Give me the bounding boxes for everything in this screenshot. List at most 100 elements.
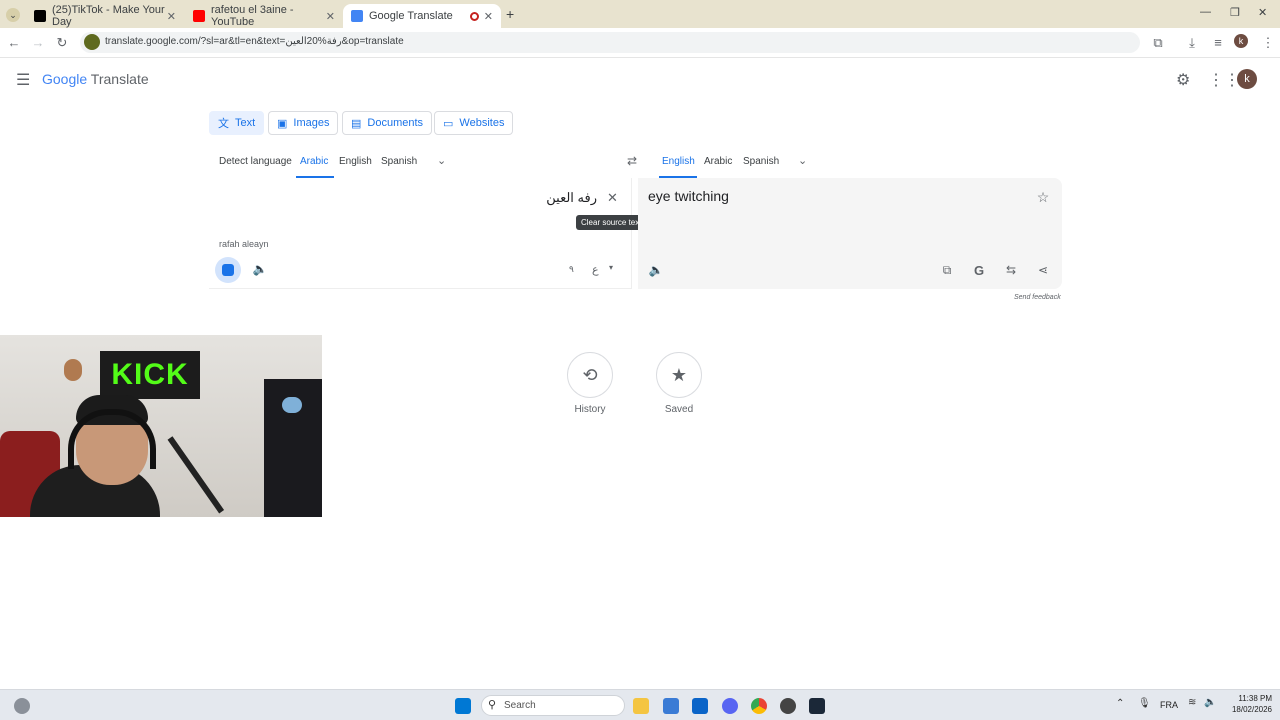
- chrome-icon[interactable]: [751, 698, 767, 714]
- tab-tiktok[interactable]: (25)TikTok - Make Your Day ✕: [26, 4, 184, 28]
- wifi-icon[interactable]: ≋: [1188, 697, 1196, 708]
- saved-button[interactable]: ★ Saved: [656, 352, 702, 416]
- window-close-button[interactable]: ✕: [1258, 6, 1267, 19]
- target-lang-english[interactable]: English: [662, 156, 695, 167]
- app-header: ☰ Google Translate ⚙ ⋮⋮ k: [0, 58, 1280, 102]
- app-logo[interactable]: Google Translate: [42, 71, 149, 87]
- clock-time[interactable]: 11:38 PM: [1228, 694, 1272, 703]
- widgets-icon[interactable]: [14, 698, 30, 714]
- history-button[interactable]: ⟲ History: [567, 352, 613, 416]
- tiktok-icon: [34, 10, 46, 22]
- copy-icon[interactable]: ⧉: [937, 260, 957, 280]
- mic-stop-button[interactable]: [215, 257, 241, 283]
- reload-icon[interactable]: ↻: [54, 35, 70, 51]
- media-icon[interactable]: ≡: [1210, 35, 1226, 51]
- mode-websites-button[interactable]: ▭ Websites: [434, 111, 514, 135]
- youtube-icon: [193, 10, 205, 22]
- keyboard-digit[interactable]: ٩: [569, 264, 574, 275]
- tab-search-icon[interactable]: ⌄: [6, 8, 20, 22]
- tab-title: rafetou el 3aine - YouTube: [211, 4, 294, 28]
- poster-avatar: [64, 359, 82, 381]
- website-icon: ▭: [443, 117, 454, 130]
- source-text-input[interactable]: رفه العين: [546, 190, 597, 206]
- keyboard-dropdown-icon[interactable]: ▾: [609, 263, 613, 272]
- save-translation-star-icon[interactable]: ☆: [1033, 187, 1053, 207]
- logo-translate: Translate: [90, 71, 149, 87]
- keyboard-icon[interactable]: ع: [592, 263, 599, 276]
- more-menu-icon[interactable]: ⋮: [1260, 35, 1276, 51]
- settings-icon[interactable]: ⚙: [1176, 70, 1190, 90]
- source-lang-detect[interactable]: Detect language: [219, 156, 292, 167]
- main-menu-icon[interactable]: ☰: [16, 70, 30, 90]
- recording-icon: [470, 11, 479, 21]
- search-icon: ⚲: [488, 699, 497, 711]
- browser-tab-bar: ⌄ (25)TikTok - Make Your Day ✕ rafetou e…: [0, 0, 1280, 28]
- webcam-overlay: KICK: [0, 335, 322, 517]
- start-menu-icon[interactable]: [455, 698, 471, 714]
- target-panel: eye twitching ☆ 🔈 ⧉ G ⇆ ⋖: [638, 178, 1062, 289]
- input-language[interactable]: FRA: [1160, 700, 1178, 710]
- file-explorer-icon[interactable]: [633, 698, 649, 714]
- close-icon[interactable]: ✕: [484, 10, 493, 23]
- close-icon[interactable]: ✕: [326, 10, 335, 23]
- discord-icon[interactable]: [722, 698, 738, 714]
- send-feedback-link[interactable]: Send feedback: [1014, 294, 1061, 301]
- transliteration: rafah aleayn: [219, 239, 269, 249]
- tab-title: Google Translate: [369, 10, 453, 22]
- address-bar[interactable]: translate.google.com/?sl=ar&tl=en&text=ر…: [80, 32, 1140, 53]
- mic-tray-icon[interactable]: 🎙: [1138, 698, 1151, 709]
- taskbar-search[interactable]: ⚲ Search: [481, 695, 625, 716]
- profile-avatar[interactable]: k: [1237, 69, 1257, 89]
- app-icon[interactable]: [780, 698, 796, 714]
- source-lang-english[interactable]: English: [339, 156, 372, 167]
- extensions-icon[interactable]: ⧉: [1150, 35, 1166, 51]
- rate-translation-icon[interactable]: ⇆: [1001, 260, 1021, 280]
- source-lang-spanish[interactable]: Spanish: [381, 156, 417, 167]
- translate-icon: 文: [218, 118, 229, 130]
- forward-icon[interactable]: →: [30, 35, 46, 51]
- target-lang-more-icon[interactable]: ⌄: [798, 154, 807, 167]
- saved-star-icon: ★: [656, 352, 702, 398]
- mode-label: Websites: [459, 117, 505, 129]
- steam-icon[interactable]: [809, 698, 825, 714]
- clock-date[interactable]: 18/02/2026: [1224, 705, 1272, 714]
- kick-sign: KICK: [100, 351, 200, 399]
- download-icon[interactable]: ⤓: [1184, 35, 1200, 51]
- browser-avatar[interactable]: k: [1234, 34, 1248, 48]
- source-lang-more-icon[interactable]: ⌄: [437, 154, 446, 167]
- tab-title: (25)TikTok - Make Your Day: [52, 4, 165, 28]
- mode-images-button[interactable]: ▣ Images: [268, 111, 339, 135]
- share-icon[interactable]: ⋖: [1033, 260, 1053, 280]
- store-icon[interactable]: [663, 698, 679, 714]
- mode-documents-button[interactable]: ▤ Documents: [342, 111, 433, 135]
- apps-grid-icon[interactable]: ⋮⋮: [1208, 70, 1240, 90]
- outlook-icon[interactable]: [692, 698, 708, 714]
- translation-text: eye twitching: [648, 188, 729, 204]
- google-translate-icon: [351, 10, 363, 22]
- site-info-icon[interactable]: [84, 34, 100, 50]
- listen-source-icon[interactable]: 🔈: [250, 259, 270, 279]
- target-lang-arabic[interactable]: Arabic: [704, 156, 732, 167]
- history-label: History: [574, 404, 606, 415]
- new-tab-button[interactable]: +: [506, 6, 514, 22]
- tab-youtube[interactable]: rafetou el 3aine - YouTube ✕: [185, 4, 343, 28]
- pc-light: [282, 397, 302, 413]
- close-icon[interactable]: ✕: [167, 10, 176, 23]
- source-lang-arabic[interactable]: Arabic: [300, 156, 328, 167]
- maximize-button[interactable]: ❐: [1230, 6, 1240, 19]
- document-icon: ▤: [351, 117, 362, 130]
- clear-source-icon[interactable]: ✕: [607, 190, 618, 206]
- swap-languages-icon[interactable]: ⇄: [627, 154, 637, 168]
- image-icon: ▣: [277, 117, 288, 130]
- mode-text-button[interactable]: 文 Text: [209, 111, 265, 135]
- back-icon[interactable]: ←: [6, 35, 22, 51]
- saved-label: Saved: [664, 404, 694, 415]
- listen-translation-icon[interactable]: 🔈: [646, 260, 666, 280]
- target-lang-spanish[interactable]: Spanish: [743, 156, 779, 167]
- volume-icon[interactable]: 🔈: [1204, 697, 1216, 708]
- mode-label: Text: [235, 117, 256, 129]
- minimize-button[interactable]: —: [1200, 6, 1211, 18]
- tab-google-translate[interactable]: Google Translate ✕: [343, 4, 501, 28]
- tray-chevron-icon[interactable]: ⌃: [1116, 698, 1124, 709]
- google-search-icon[interactable]: G: [969, 260, 989, 280]
